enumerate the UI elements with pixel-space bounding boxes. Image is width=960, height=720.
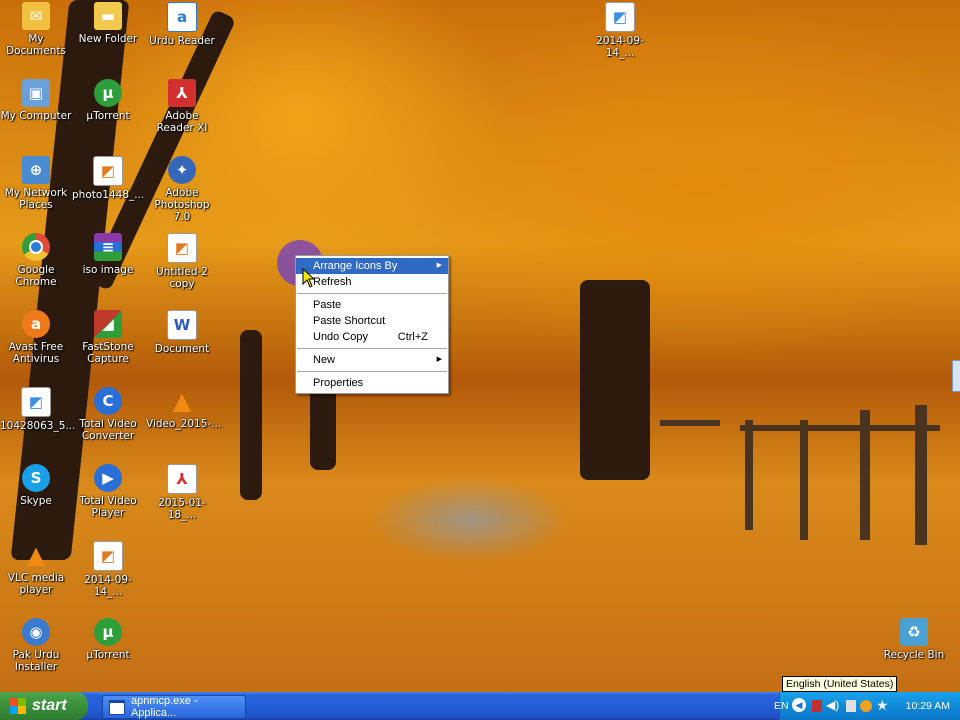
- desktop-icon-total-video-converter[interactable]: C Total Video Converter: [72, 387, 144, 442]
- start-button[interactable]: start: [0, 692, 88, 720]
- menu-item-undo-copy[interactable]: Undo Copy Ctrl+Z: [296, 329, 448, 345]
- tray-expand-icon[interactable]: ◀: [792, 698, 806, 712]
- desktop-icon-video-2015[interactable]: ▲ Video_2015-...: [146, 387, 221, 430]
- security-tray-icon[interactable]: [860, 700, 872, 712]
- application-window-icon: [109, 699, 125, 715]
- desktop-icon-10428063[interactable]: ◩ 10428063_5...: [0, 387, 75, 432]
- desktop-icon-my-documents[interactable]: ✉ My Documents: [0, 2, 72, 57]
- taskbar-button-apnmcp[interactable]: apnmcp.exe - Applica...: [102, 695, 246, 719]
- image-file-icon: ◩: [605, 2, 635, 32]
- chrome-icon: [22, 233, 50, 261]
- taskbar: start apnmcp.exe - Applica... EN ◀ ◀) ★ …: [0, 692, 960, 720]
- word-document-icon: W: [167, 310, 197, 340]
- recycle-bin-icon: ♻: [900, 618, 928, 646]
- desktop-icon-total-video-player[interactable]: ▶ Total Video Player: [72, 464, 144, 519]
- desktop-icon-utorrent-top[interactable]: µ µTorrent: [72, 79, 144, 122]
- folder-icon: ▬: [94, 2, 122, 30]
- submenu-arrow-icon: ▶: [436, 356, 442, 363]
- utorrent-icon: µ: [94, 79, 122, 107]
- utorrent-icon: µ: [94, 618, 122, 646]
- menu-item-paste-shortcut[interactable]: Paste Shortcut: [296, 313, 448, 329]
- image-file-icon: ◩: [93, 156, 123, 186]
- installer-icon: ◉: [22, 618, 50, 646]
- network-tray-icon[interactable]: [846, 700, 856, 712]
- desktop-icon-my-computer[interactable]: ▣ My Computer: [0, 79, 72, 122]
- menu-separator: [297, 371, 447, 372]
- desktop-icon-photoshop[interactable]: ✦ Adobe Photoshop 7.0: [146, 156, 218, 223]
- windows-logo-icon: [10, 698, 26, 714]
- menu-item-properties[interactable]: Properties: [296, 375, 448, 391]
- desktop-icon-document[interactable]: W Document: [146, 310, 218, 355]
- skype-icon: S: [22, 464, 50, 492]
- desktop-icon-google-chrome[interactable]: Google Chrome: [0, 233, 72, 288]
- submenu-arrow-icon: ▶: [436, 262, 442, 269]
- start-label: start: [32, 697, 67, 714]
- menu-item-paste[interactable]: Paste: [296, 297, 448, 313]
- desktop-icon-untitled-2-copy[interactable]: ◩ Untitled-2 copy: [146, 233, 218, 290]
- desktop-icon-photo1448[interactable]: ◩ photo1448_...: [72, 156, 144, 201]
- mouse-pointer-icon: [302, 268, 316, 288]
- keyboard-tray-icon[interactable]: [812, 700, 822, 712]
- vlc-icon: ▲: [26, 541, 46, 569]
- desktop-icon-utorrent-bottom[interactable]: µ µTorrent: [72, 618, 144, 661]
- desktop-icon-network-places[interactable]: ⊕ My Network Places: [0, 156, 72, 211]
- desktop[interactable]: ✉ My Documents ▬ New Folder a Urdu Reade…: [0, 0, 960, 692]
- language-indicator[interactable]: EN: [774, 700, 789, 712]
- my-documents-icon: ✉: [22, 2, 50, 30]
- star-tray-icon[interactable]: ★: [876, 697, 889, 714]
- menu-shortcut-text: Ctrl+Z: [397, 331, 428, 343]
- volume-tray-icon[interactable]: ◀): [826, 698, 839, 712]
- faststone-icon: ◢: [94, 310, 122, 338]
- photoshop-icon: ✦: [168, 156, 196, 184]
- desktop-icon-pak-urdu-installer[interactable]: ◉ Pak Urdu Installer: [0, 618, 72, 673]
- network-places-icon: ⊕: [22, 156, 50, 184]
- desktop-icon-iso-image[interactable]: ≡ iso image: [72, 233, 144, 276]
- desktop-icon-skype[interactable]: S Skype: [0, 464, 72, 507]
- desktop-icon-image-2014-09-14-top[interactable]: ◩ 2014-09-14_...: [584, 2, 656, 59]
- desktop-icon-pdf-2015-01-18[interactable]: ⅄ 2015-01-18_...: [146, 464, 218, 521]
- vlc-file-icon: ▲: [172, 387, 192, 415]
- language-tooltip: English (United States): [782, 676, 898, 692]
- my-computer-icon: ▣: [22, 79, 50, 107]
- system-tray: EN ◀ ◀) ★ 10:29 AM: [774, 692, 960, 720]
- video-converter-icon: C: [94, 387, 122, 415]
- image-file-icon: ◩: [167, 233, 197, 263]
- desktop-icon-adobe-reader[interactable]: ⅄ Adobe Reader XI: [146, 79, 218, 134]
- winrar-archive-icon: ≡: [94, 233, 122, 261]
- video-player-icon: ▶: [94, 464, 122, 492]
- image-file-icon: ◩: [93, 541, 123, 571]
- menu-item-refresh[interactable]: Refresh: [296, 274, 448, 290]
- urdu-reader-icon: a: [167, 2, 197, 32]
- desktop-icon-vlc[interactable]: ▲ VLC media player: [0, 541, 72, 596]
- menu-separator: [297, 293, 447, 294]
- desktop-icon-new-folder[interactable]: ▬ New Folder: [72, 2, 144, 45]
- menu-separator: [297, 348, 447, 349]
- desktop-context-menu: Arrange Icons By ▶ Refresh Paste Paste S…: [295, 255, 449, 394]
- clock[interactable]: 10:29 AM: [906, 700, 950, 712]
- desktop-icon-avast[interactable]: a Avast Free Antivirus: [0, 310, 72, 365]
- menu-item-arrange-icons-by[interactable]: Arrange Icons By ▶: [296, 258, 448, 274]
- menu-item-new[interactable]: New ▶: [296, 352, 448, 368]
- desktop-icon-image-2014-09-14-bottom[interactable]: ◩ 2014-09-14_...: [72, 541, 144, 598]
- image-file-icon: ◩: [21, 387, 51, 417]
- avast-icon: a: [22, 310, 50, 338]
- desktop-icon-faststone-capture[interactable]: ◢ FastStone Capture: [72, 310, 144, 365]
- desktop-icon-urdu-reader[interactable]: a Urdu Reader: [146, 2, 218, 47]
- pdf-file-icon: ⅄: [167, 464, 197, 494]
- adobe-reader-icon: ⅄: [168, 79, 196, 107]
- desktop-icon-recycle-bin[interactable]: ♻ Recycle Bin: [878, 618, 950, 661]
